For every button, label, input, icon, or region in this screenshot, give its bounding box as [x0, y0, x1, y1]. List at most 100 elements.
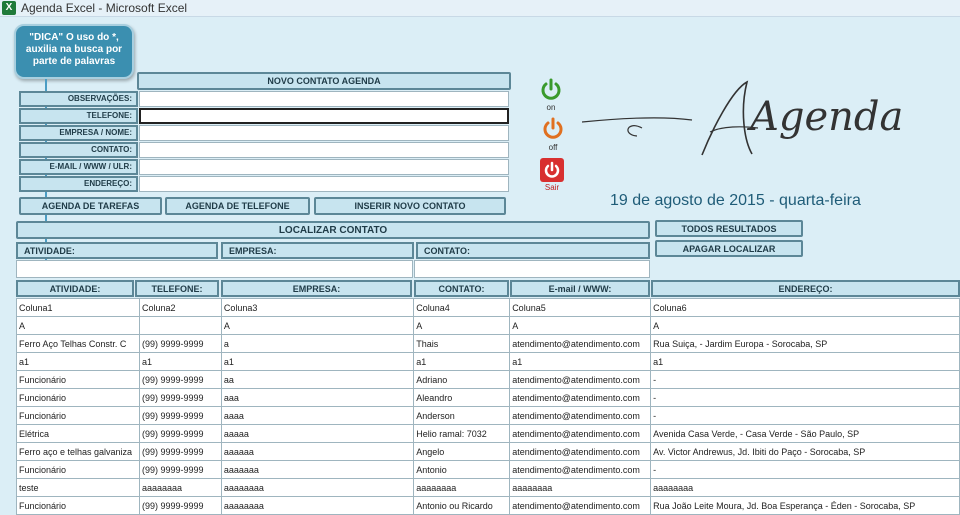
table-cell[interactable]: a1: [220, 352, 415, 371]
table-cell[interactable]: -: [650, 460, 960, 479]
table-cell[interactable]: atendimento@atendimento.com: [509, 496, 652, 515]
table-row[interactable]: Elétrica (99) 9999-9999 aaaaa Helio ramal: …: [16, 424, 960, 443]
table-cell[interactable]: aaaaa: [220, 424, 415, 443]
table-cell[interactable]: Rua Suiça, - Jardim Europa - Sorocaba, S…: [650, 334, 960, 353]
table-cell[interactable]: (99) 9999-9999: [138, 334, 222, 353]
table-cell[interactable]: -: [650, 370, 960, 389]
agenda-telefone-button[interactable]: AGENDA DE TELEFONE: [165, 197, 310, 215]
table-cell[interactable]: atendimento@atendimento.com: [509, 334, 652, 353]
search-atividade-input[interactable]: [16, 260, 413, 278]
table-cell[interactable]: [138, 316, 222, 335]
power-off-icon[interactable]: [541, 117, 565, 141]
table-cell[interactable]: atendimento@atendimento.com: [509, 460, 652, 479]
table-cell[interactable]: -: [650, 406, 960, 425]
exit-icon[interactable]: [540, 158, 564, 182]
table-row[interactable]: Funcionário (99) 9999-9999 aaaaaaaa Antonio…: [16, 496, 960, 515]
table-cell[interactable]: A: [509, 316, 652, 335]
table-cell[interactable]: aaaaaaaa: [220, 478, 415, 497]
telefone-input[interactable]: [139, 108, 509, 124]
table-cell[interactable]: Funcionário: [16, 460, 140, 479]
table-cell[interactable]: Helio ramal: 7032: [413, 424, 511, 443]
table-cell[interactable]: a1: [509, 352, 652, 371]
table-cell[interactable]: Coluna6: [650, 298, 960, 317]
agenda-tarefas-button[interactable]: AGENDA DE TAREFAS: [19, 197, 162, 215]
table-row[interactable]: Funcionário (99) 9999-9999 aaa Aleandro aten…: [16, 388, 960, 407]
table-cell[interactable]: Antonio ou Ricardo: [413, 496, 511, 515]
table-cell[interactable]: A: [650, 316, 960, 335]
table-cell[interactable]: (99) 9999-9999: [138, 370, 222, 389]
table-cell[interactable]: aaaaaaaa: [220, 496, 415, 515]
table-cell[interactable]: aaaaaaaa: [138, 478, 222, 497]
table-cell[interactable]: (99) 9999-9999: [138, 442, 222, 461]
table-cell[interactable]: a1: [138, 352, 222, 371]
table-row[interactable]: a1 a1 a1 a1 a1 a1: [16, 352, 960, 371]
table-cell[interactable]: Funcionário: [16, 388, 140, 407]
table-cell[interactable]: Funcionário: [16, 406, 140, 425]
table-cell[interactable]: Ferro Aço Telhas Constr. C: [16, 334, 140, 353]
table-cell[interactable]: Rua João Leite Moura, Jd. Boa Esperança …: [650, 496, 960, 515]
inserir-contato-button[interactable]: INSERIR NOVO CONTATO: [314, 197, 506, 215]
table-row[interactable]: Ferro aço e telhas galvaniza (99) 9999-99…: [16, 442, 960, 461]
power-on-icon[interactable]: [539, 78, 563, 102]
table-cell[interactable]: Antonio: [413, 460, 511, 479]
table-cell[interactable]: Angelo: [413, 442, 511, 461]
todos-resultados-button[interactable]: TODOS RESULTADOS: [655, 220, 803, 237]
table-cell[interactable]: Coluna2: [138, 298, 222, 317]
table-cell[interactable]: atendimento@atendimento.com: [509, 388, 652, 407]
table-row[interactable]: Ferro Aço Telhas Constr. C (99) 9999-9999…: [16, 334, 960, 353]
table-cell[interactable]: Coluna1: [16, 298, 140, 317]
table-cell[interactable]: Funcionário: [16, 496, 140, 515]
table-cell[interactable]: aaaaaaa: [220, 460, 415, 479]
observacoes-input[interactable]: [139, 91, 509, 107]
table-cell[interactable]: Adriano: [413, 370, 511, 389]
table-cell[interactable]: aa: [220, 370, 415, 389]
table-cell[interactable]: teste: [16, 478, 140, 497]
table-cell[interactable]: atendimento@atendimento.com: [509, 406, 652, 425]
table-cell[interactable]: Coluna5: [509, 298, 652, 317]
table-cell[interactable]: atendimento@atendimento.com: [509, 370, 652, 389]
table-cell[interactable]: -: [650, 388, 960, 407]
table-cell[interactable]: Coluna4: [413, 298, 511, 317]
table-cell[interactable]: (99) 9999-9999: [138, 496, 222, 515]
table-cell[interactable]: Coluna3: [220, 298, 415, 317]
table-row[interactable]: teste aaaaaaaa aaaaaaaa aaaaaaaa aaaaaaaa aaa…: [16, 478, 960, 497]
contato-input[interactable]: [139, 142, 509, 158]
table-row[interactable]: AAAAA: [16, 316, 960, 335]
table-cell[interactable]: A: [220, 316, 415, 335]
email-url-input[interactable]: [139, 159, 509, 175]
table-cell[interactable]: Avenida Casa Verde, - Casa Verde - São P…: [650, 424, 960, 443]
table-cell[interactable]: aaaaaaaa: [650, 478, 960, 497]
table-cell[interactable]: (99) 9999-9999: [138, 460, 222, 479]
table-cell[interactable]: Thais: [413, 334, 511, 353]
empresa-nome-input[interactable]: [139, 125, 509, 141]
table-cell[interactable]: Anderson: [413, 406, 511, 425]
table-cell[interactable]: Funcionário: [16, 370, 140, 389]
table-cell[interactable]: Aleandro: [413, 388, 511, 407]
endereco-input[interactable]: [139, 176, 509, 192]
table-cell[interactable]: Av. Victor Andrewus, Jd. Ibiti do Paço -…: [650, 442, 960, 461]
table-cell[interactable]: aaaaaaaa: [413, 478, 511, 497]
table-row[interactable]: Funcionário (99) 9999-9999 aa Adriano atendi…: [16, 370, 960, 389]
table-cell[interactable]: A: [16, 316, 140, 335]
table-row[interactable]: Coluna1 Coluna2 Coluna3 Coluna4 Coluna5 Colun…: [16, 298, 960, 317]
table-cell[interactable]: aaa: [220, 388, 415, 407]
table-cell[interactable]: atendimento@atendimento.com: [509, 442, 652, 461]
table-cell[interactable]: (99) 9999-9999: [138, 406, 222, 425]
table-cell[interactable]: a: [220, 334, 415, 353]
table-cell[interactable]: a1: [413, 352, 511, 371]
table-cell[interactable]: aaaaaa: [220, 442, 415, 461]
search-contato-input[interactable]: [414, 260, 650, 278]
table-cell[interactable]: aaaa: [220, 406, 415, 425]
apagar-localizar-button[interactable]: APAGAR LOCALIZAR: [655, 240, 803, 257]
table-cell[interactable]: aaaaaaaa: [509, 478, 652, 497]
table-row[interactable]: Funcionário (99) 9999-9999 aaaaaaa Antonio a…: [16, 460, 960, 479]
table-cell[interactable]: (99) 9999-9999: [138, 388, 222, 407]
table-cell[interactable]: (99) 9999-9999: [138, 424, 222, 443]
table-cell[interactable]: A: [413, 316, 511, 335]
table-cell[interactable]: atendimento@atendimento.com: [509, 424, 652, 443]
table-cell[interactable]: Elétrica: [16, 424, 140, 443]
table-cell[interactable]: a1: [650, 352, 960, 371]
table-cell[interactable]: Ferro aço e telhas galvaniza: [16, 442, 140, 461]
table-row[interactable]: Funcionário (99) 9999-9999 aaaa Anderson ate…: [16, 406, 960, 425]
table-cell[interactable]: a1: [16, 352, 140, 371]
